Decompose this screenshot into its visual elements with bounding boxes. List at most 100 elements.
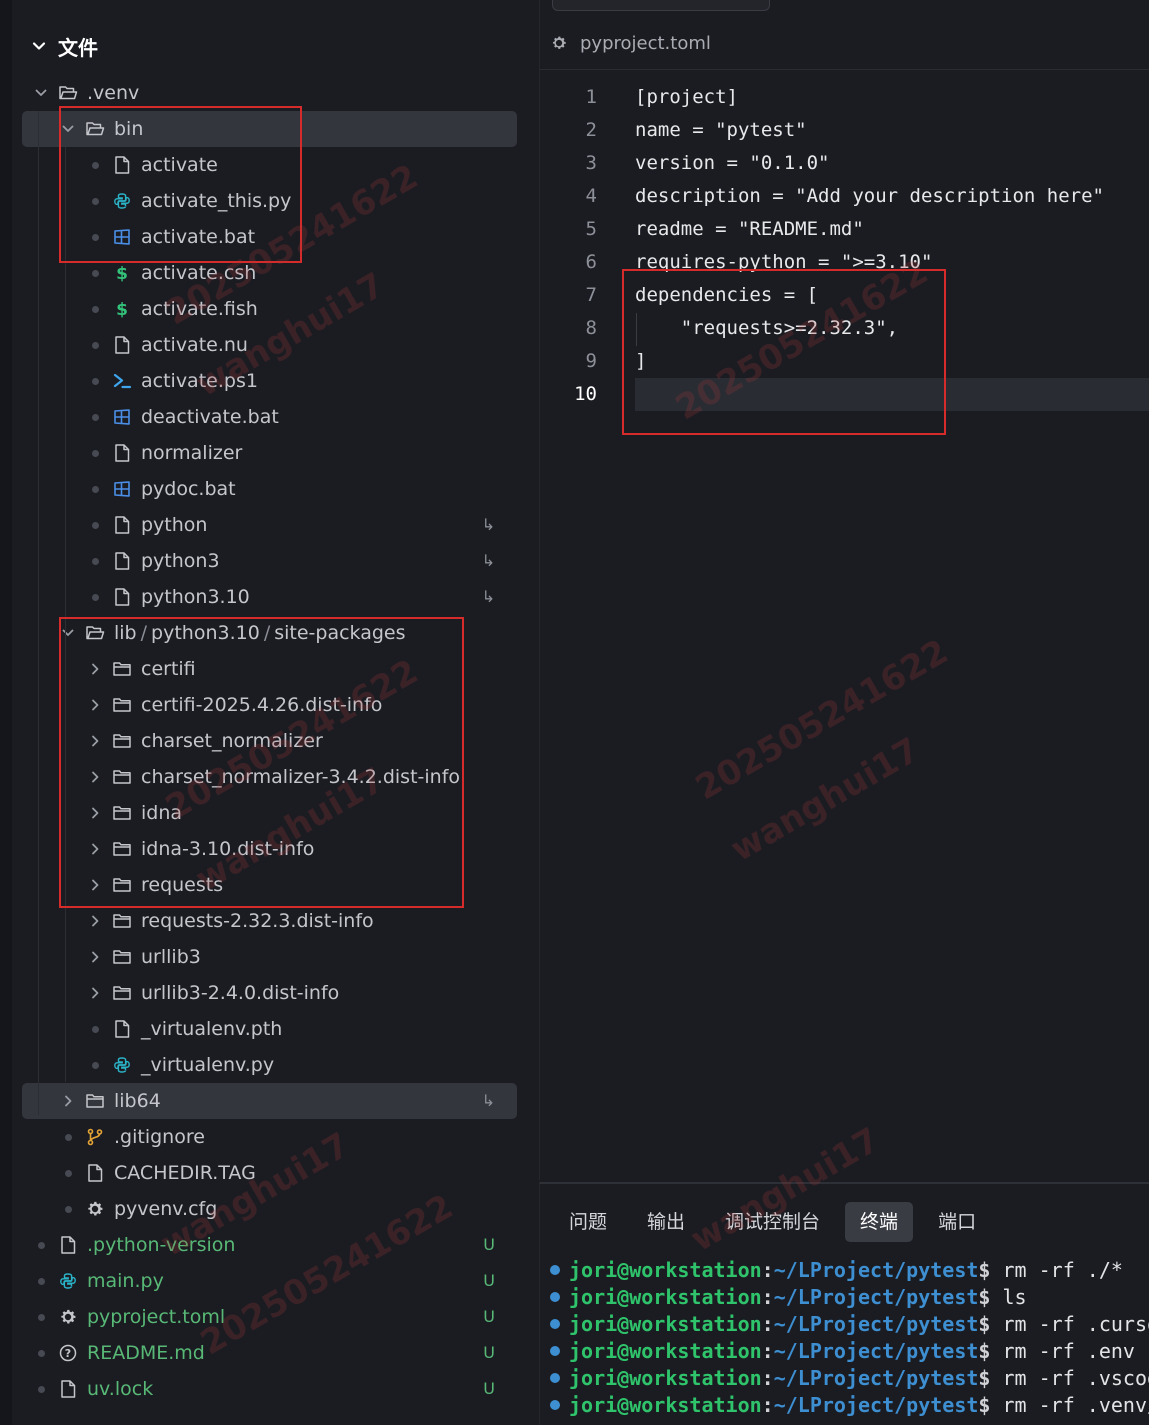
panel-tabs: 问题 输出 调试控制台 终端 端口 [554, 1202, 1001, 1242]
prompt-colon: : [761, 1285, 774, 1309]
tree-dot [30, 1335, 52, 1371]
code-line[interactable]: 1 [project] [540, 81, 1149, 114]
prompt-path: ~/LProject/pytest [773, 1285, 979, 1309]
file-icon [84, 1162, 106, 1184]
folder-icon [111, 982, 133, 1004]
tree-item-requests_dist[interactable]: requests-2.32.3.dist-info [22, 903, 517, 939]
chevron-right-icon[interactable] [84, 939, 106, 975]
chevron-right-icon[interactable] [57, 1083, 79, 1119]
breadcrumb[interactable]: pyproject.toml [550, 27, 711, 59]
python-icon [111, 1054, 133, 1076]
explorer-header[interactable]: 文件 [32, 31, 98, 61]
tree-item-label: _virtualenv.py [141, 1054, 275, 1076]
powershell-icon [111, 370, 133, 392]
tree-item-python_version[interactable]: .python-version U [22, 1227, 517, 1263]
tree-item-label: deactivate.bat [141, 406, 279, 428]
code-text: readme = "README.md" [635, 218, 864, 240]
breadcrumb-file[interactable]: pyproject.toml [580, 33, 711, 54]
terminal-line: jori@workstation:~/LProject/pytest$ rm -… [550, 1338, 1135, 1365]
activity-bar-edge [0, 0, 12, 1425]
tree-item-label: CACHEDIR.TAG [114, 1162, 256, 1184]
tree-item-normalizer[interactable]: normalizer [22, 435, 517, 471]
tree-item-activate_fish[interactable]: $ activate.fish [22, 291, 517, 327]
command-status-dot [550, 1319, 560, 1329]
breadcrumb-divider [540, 69, 1149, 70]
tree-item-readme[interactable]: ? README.md U [22, 1335, 517, 1371]
tree-item-python3[interactable]: python3 ↳ [22, 543, 517, 579]
code-line[interactable]: 5 readme = "README.md" [540, 213, 1149, 246]
tree-item-pyproject[interactable]: pyproject.toml U [22, 1299, 517, 1335]
tree-item-activate_nu[interactable]: activate.nu [22, 327, 517, 363]
prompt-colon: : [761, 1258, 774, 1282]
tree-item-cachedir[interactable]: CACHEDIR.TAG [22, 1155, 517, 1191]
code-text: description = "Add your description here… [635, 185, 1104, 207]
tree-dot [84, 435, 106, 471]
tree-dot [84, 1047, 106, 1083]
editor-tab-stub[interactable] [552, 0, 770, 11]
tree-item-label: README.md [87, 1342, 205, 1364]
tree-dot [84, 363, 106, 399]
terminal-line: jori@workstation:~/LProject/pytest$ rm -… [550, 1311, 1149, 1338]
gear-icon [84, 1198, 106, 1220]
tree-item-label: .gitignore [114, 1126, 205, 1148]
explorer-title: 文件 [58, 35, 98, 60]
code-line[interactable]: 3 version = "0.1.0" [540, 147, 1149, 180]
gear-icon [57, 1306, 79, 1328]
chevron-right-icon[interactable] [84, 903, 106, 939]
tree-item-gitignore[interactable]: .gitignore [22, 1119, 517, 1155]
prompt-colon: : [761, 1312, 774, 1336]
tree-item-python[interactable]: python ↳ [22, 507, 517, 543]
chevron-right-icon[interactable] [84, 975, 106, 1011]
tree-dot [84, 327, 106, 363]
prompt-user: jori@workstation [569, 1258, 762, 1282]
tree-item-label: _virtualenv.pth [141, 1018, 283, 1040]
tree-item-pydoc_bat[interactable]: pydoc.bat [22, 471, 517, 507]
tree-item-activate_ps1[interactable]: activate.ps1 [22, 363, 517, 399]
terminal-line: jori@workstation:~/LProject/pytest$ rm -… [550, 1392, 1149, 1419]
panel-tab[interactable]: 调试控制台 [710, 1202, 835, 1242]
tree-item-main_py[interactable]: main.py U [22, 1263, 517, 1299]
line-number: 2 [585, 119, 597, 141]
tree-item-deactivate_bat[interactable]: deactivate.bat [22, 399, 517, 435]
tree-item-label: requests-2.32.3.dist-info [141, 910, 374, 932]
folder-open-icon [57, 82, 79, 104]
command-text: rm -rf .env [1002, 1339, 1135, 1363]
code-text: version = "0.1.0" [635, 152, 830, 174]
tree-dot [84, 291, 106, 327]
code-line[interactable]: 4 description = "Add your description her… [540, 180, 1149, 213]
tree-item-uvlock[interactable]: uv.lock U [22, 1371, 517, 1407]
tree-item-virtualenv_pth[interactable]: _virtualenv.pth [22, 1011, 517, 1047]
panel-tab[interactable]: 输出 [632, 1202, 700, 1242]
tree-item-python310[interactable]: python3.10 ↳ [22, 579, 517, 615]
annotation-box-dependencies [622, 269, 946, 435]
command-text: rm -rf .vscod [1002, 1366, 1149, 1390]
tree-item-label: pyproject.toml [87, 1306, 226, 1328]
symlink-icon: ↳ [481, 1091, 495, 1110]
file-icon [111, 514, 133, 536]
git-untracked-badge: U [483, 1307, 495, 1326]
tree-item-urllib3_dist[interactable]: urllib3-2.4.0.dist-info [22, 975, 517, 1011]
tree-dot [30, 1263, 52, 1299]
tree-dot [57, 1155, 79, 1191]
symlink-icon: ↳ [481, 551, 495, 570]
file-icon [57, 1378, 79, 1400]
panel-tab[interactable]: 问题 [554, 1202, 622, 1242]
chevron-down-icon[interactable] [30, 75, 52, 111]
tree-item-label: activate.fish [141, 298, 258, 320]
tree-item-label: activate.ps1 [141, 370, 258, 392]
tree-dot [84, 399, 106, 435]
tree-item-label: urllib3-2.4.0.dist-info [141, 982, 340, 1004]
tree-item-lib64[interactable]: lib64 ↳ [22, 1083, 517, 1119]
panel-tab[interactable]: 终端 [845, 1202, 914, 1242]
prompt-user: jori@workstation [569, 1366, 762, 1390]
panel-tab[interactable]: 端口 [923, 1202, 991, 1242]
tree-item-virtualenv_py[interactable]: _virtualenv.py [22, 1047, 517, 1083]
tree-dot [30, 1227, 52, 1263]
tree-item-pyvenv[interactable]: pyvenv.cfg [22, 1191, 517, 1227]
line-number: 10 [574, 383, 597, 405]
line-number: 6 [585, 251, 597, 273]
tree-item-urllib3[interactable]: urllib3 [22, 939, 517, 975]
code-line[interactable]: 2 name = "pytest" [540, 114, 1149, 147]
svg-text:?: ? [65, 1347, 71, 1360]
tree-item-label: pyvenv.cfg [114, 1198, 218, 1220]
